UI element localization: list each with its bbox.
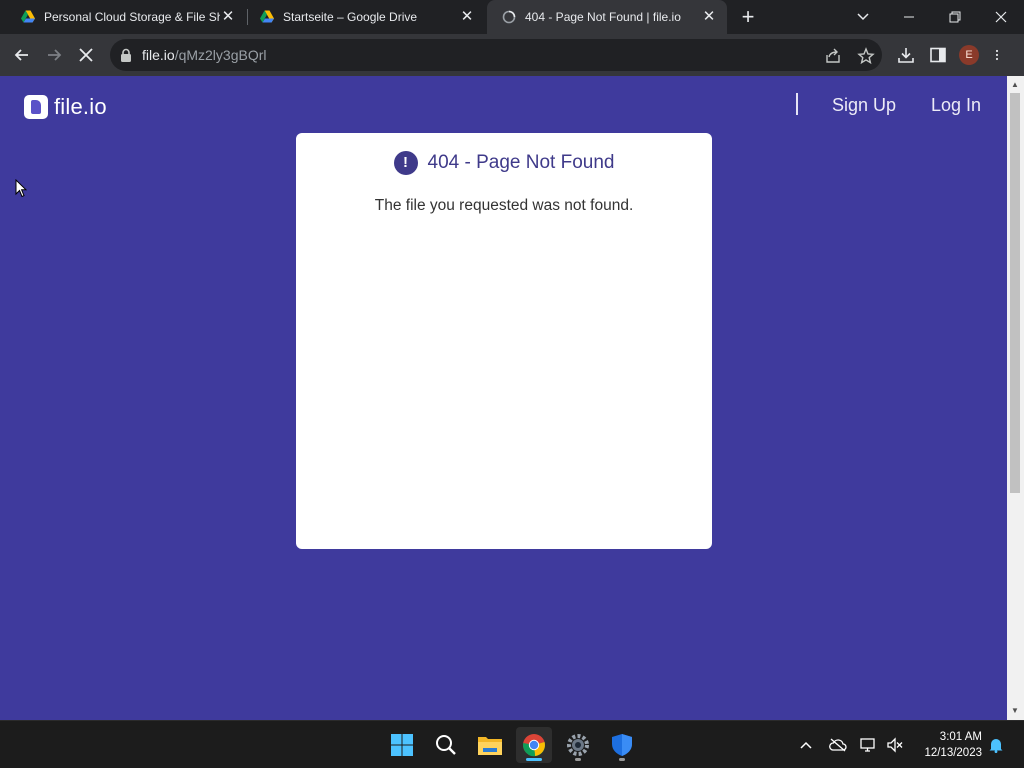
- arrow-right-icon: [48, 49, 62, 61]
- download-icon[interactable]: [897, 46, 915, 64]
- browser-tab-strip: Personal Cloud Storage & File Sh ✕ Start…: [0, 0, 1024, 34]
- url-text[interactable]: file.io/qMz2ly3gBQrl: [142, 47, 267, 63]
- address-bar[interactable]: file.io/qMz2ly3gBQrl: [110, 39, 882, 71]
- windows-taskbar: 3:01 AM 12/13/2023: [0, 720, 1024, 768]
- show-hidden-icons-button[interactable]: [796, 735, 816, 755]
- log-in-link[interactable]: Log In: [931, 95, 981, 116]
- network-tray-button[interactable]: [859, 735, 879, 755]
- scroll-up-arrow-icon[interactable]: ▲: [1011, 80, 1019, 89]
- error-heading: ! 404 - Page Not Found: [296, 151, 712, 175]
- tab-title: Personal Cloud Storage & File Sh: [44, 10, 220, 24]
- google-drive-icon: [260, 10, 274, 23]
- cloud-offline-icon: [829, 738, 847, 752]
- side-panel-icon[interactable]: [929, 46, 947, 64]
- url-path: /qMz2ly3gBQrl: [174, 47, 267, 63]
- tab-google-drive[interactable]: Startseite – Google Drive ✕: [239, 0, 485, 34]
- settings-taskbar-button[interactable]: [560, 727, 596, 763]
- close-window-button[interactable]: [978, 0, 1024, 34]
- restore-button[interactable]: [932, 0, 978, 34]
- network-icon: [860, 738, 875, 752]
- clock-time: 3:01 AM: [939, 731, 982, 743]
- start-icon: [391, 734, 413, 756]
- share-icon[interactable]: [824, 47, 842, 65]
- logo-text: file.io: [54, 94, 107, 119]
- onedrive-tray-button[interactable]: [828, 735, 848, 755]
- tab-search-button[interactable]: [840, 0, 886, 34]
- new-tab-button[interactable]: +: [738, 6, 758, 28]
- sign-up-link[interactable]: Sign Up: [832, 95, 896, 116]
- scroll-down-arrow-icon[interactable]: ▼: [1011, 706, 1019, 715]
- chevron-down-icon: [857, 13, 869, 21]
- close-tab-icon[interactable]: ✕: [701, 9, 717, 25]
- system-clock[interactable]: 3:01 AM 12/13/2023: [912, 729, 982, 761]
- tab-title: 404 - Page Not Found | file.io: [525, 10, 681, 24]
- search-icon: [436, 735, 456, 755]
- tab-title: Startseite – Google Drive: [283, 10, 418, 24]
- clock-date: 12/13/2023: [924, 747, 982, 759]
- file-explorer-icon: [478, 737, 502, 755]
- stop-icon: [79, 48, 93, 62]
- volume-muted-icon: [887, 737, 903, 753]
- defender-taskbar-button[interactable]: [604, 727, 640, 763]
- close-icon: [995, 11, 1007, 23]
- defender-icon: [612, 734, 632, 756]
- back-button[interactable]: [10, 43, 34, 67]
- scrollbar-thumb[interactable]: [1010, 93, 1020, 493]
- page-viewport: file.io Sign Up Log In ! 404 - Page Not …: [0, 76, 1007, 720]
- volume-tray-button[interactable]: [885, 735, 905, 755]
- nav-divider: [796, 93, 798, 115]
- error-card: ! 404 - Page Not Found The file you requ…: [296, 133, 712, 549]
- tab-personal-cloud-storage[interactable]: Personal Cloud Storage & File Sh ✕: [0, 0, 246, 34]
- chrome-taskbar-button[interactable]: [516, 727, 552, 763]
- restore-icon: [949, 11, 961, 23]
- settings-icon: [567, 734, 589, 756]
- page-scrollbar[interactable]: ▲ ▼: [1007, 76, 1024, 720]
- error-message: The file you requested was not found.: [374, 197, 634, 214]
- profile-avatar[interactable]: E: [959, 45, 979, 65]
- loading-globe-icon: [502, 10, 516, 24]
- close-tab-icon[interactable]: ✕: [220, 9, 236, 25]
- alert-icon: !: [393, 151, 418, 175]
- close-tab-icon[interactable]: ✕: [459, 9, 475, 25]
- running-app-indicator: [619, 758, 625, 761]
- site-logo[interactable]: file.io: [24, 94, 107, 120]
- bell-icon: [989, 739, 1003, 753]
- error-title: 404 - Page Not Found: [427, 152, 615, 173]
- arrow-left-icon: [14, 49, 28, 61]
- chrome-icon: [523, 734, 546, 757]
- stop-loading-button[interactable]: [74, 43, 98, 67]
- active-app-indicator: [526, 758, 542, 761]
- google-drive-icon: [21, 10, 35, 23]
- url-host: file.io: [142, 47, 175, 63]
- lock-icon[interactable]: [120, 48, 132, 62]
- chevron-up-icon: [800, 741, 812, 749]
- minimize-button[interactable]: [886, 0, 932, 34]
- notifications-button[interactable]: [986, 735, 1006, 755]
- kebab-menu-icon[interactable]: [993, 46, 1005, 64]
- browser-toolbar: file.io/qMz2ly3gBQrl E: [0, 34, 1024, 76]
- bookmark-star-icon[interactable]: [857, 47, 875, 65]
- file-io-logo-icon: [24, 95, 48, 119]
- mouse-cursor-icon: [15, 179, 27, 198]
- start-button[interactable]: [384, 727, 420, 763]
- file-explorer-button[interactable]: [472, 727, 508, 763]
- forward-button[interactable]: [42, 43, 66, 67]
- running-app-indicator: [575, 758, 581, 761]
- minimize-icon: [904, 16, 914, 18]
- tab-404-page-not-found[interactable]: 404 - Page Not Found | file.io ✕: [487, 0, 727, 34]
- taskbar-search-button[interactable]: [428, 727, 464, 763]
